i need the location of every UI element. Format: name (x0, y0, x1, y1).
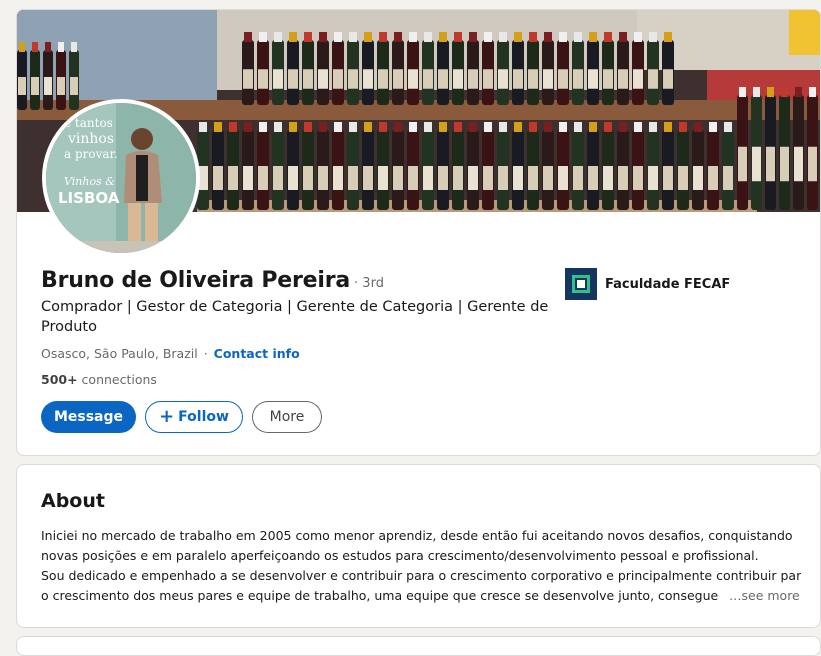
location-separator: · (203, 346, 208, 361)
name-row: Bruno de Oliveira Pereira · 3rd (41, 268, 384, 293)
about-line: novas posições e em paralelo aperfeiçoan… (41, 548, 759, 563)
education-link[interactable]: Faculdade FECAF (565, 268, 730, 300)
profile-headline: Comprador | Gestor de Categoria | Gerent… (41, 299, 549, 335)
message-button-label: Message (53, 409, 124, 425)
follow-button[interactable]: + Follow (145, 401, 243, 433)
avatar-sign-line1: e tantos (64, 116, 113, 130)
more-actions-button[interactable]: More (252, 401, 322, 433)
profile-actions: Message + Follow More (41, 401, 322, 433)
profile-name: Bruno de Oliveira Pereira (41, 268, 351, 293)
about-title: About (41, 490, 105, 512)
about-line: Sou dedicado e empenhado a se desenvolve… (41, 568, 801, 583)
connections-link[interactable]: 500+ connections (41, 372, 157, 387)
see-more-link[interactable]: …see more (729, 586, 800, 606)
profile-photo-image: e tantos vinhos a provar. Vinhos & LISBO… (46, 103, 196, 253)
message-button[interactable]: Message (41, 401, 136, 433)
more-button-label: More (269, 409, 305, 425)
about-section: About Iniciei no mercado de trabalho em … (16, 464, 821, 628)
connections-count: 500+ (41, 372, 78, 387)
avatar-sign-line5: LISBOA (58, 189, 120, 207)
profile-photo[interactable]: e tantos vinhos a provar. Vinhos & LISBO… (42, 99, 200, 257)
connections-label: connections (77, 372, 157, 387)
avatar-sign-line4: Vinhos & (64, 175, 115, 188)
connection-degree: · 3rd (354, 276, 384, 291)
profile-card: e tantos vinhos a provar. Vinhos & LISBO… (16, 9, 821, 456)
location-row: Osasco, São Paulo, Brazil · Contact info (41, 346, 300, 361)
next-section-card (16, 636, 821, 656)
school-logo-icon (565, 268, 597, 300)
about-line: Iniciei no mercado de trabalho em 2005 c… (41, 528, 793, 543)
contact-info-link[interactable]: Contact info (214, 346, 300, 361)
profile-location: Osasco, São Paulo, Brazil (41, 346, 198, 361)
plus-icon: + (159, 406, 175, 427)
education-name: Faculdade FECAF (605, 276, 731, 292)
avatar-sign-line2: vinhos (67, 131, 114, 147)
avatar-sign-line3: a provar. (64, 147, 118, 161)
about-text: Iniciei no mercado de trabalho em 2005 c… (41, 526, 801, 606)
follow-button-label: Follow (178, 409, 229, 425)
about-line: o crescimento dos meus pares e equipe de… (41, 588, 723, 603)
